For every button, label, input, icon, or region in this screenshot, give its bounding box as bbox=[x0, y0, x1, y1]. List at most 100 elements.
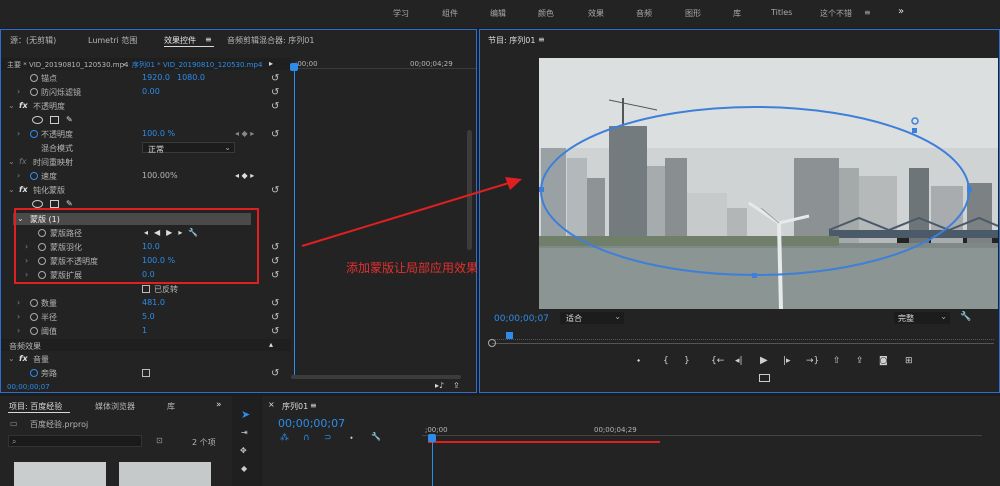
mini-playhead-handle[interactable] bbox=[290, 63, 298, 71]
chevron-right-icon[interactable]: › bbox=[17, 171, 20, 180]
search-input[interactable]: ⌕ bbox=[8, 435, 142, 447]
horizontal-scrollbar[interactable] bbox=[291, 375, 461, 379]
timeline-playhead-handle[interactable] bbox=[428, 434, 436, 442]
stopwatch-icon[interactable] bbox=[30, 313, 38, 321]
quality-select[interactable]: 完整 ⌄ bbox=[894, 312, 950, 324]
sequence-clip-label[interactable]: 序列01 * VID_20190810_120530.mp4 bbox=[132, 60, 262, 70]
chevron-down-icon[interactable]: ⌄ bbox=[8, 157, 15, 166]
play-audio-icon[interactable]: ▸♪ bbox=[435, 381, 444, 390]
pen-mask-icon[interactable]: ✎ bbox=[66, 115, 73, 124]
workspace-overflow-icon[interactable]: » bbox=[898, 6, 904, 17]
workspace-libraries[interactable]: 库 bbox=[733, 8, 741, 19]
rectangle-mask-icon[interactable] bbox=[50, 200, 59, 208]
add-marker-icon[interactable]: ⬩ bbox=[350, 433, 353, 443]
ellipse-mask-icon[interactable] bbox=[32, 116, 43, 124]
ripple-edit-tool-icon[interactable]: ✥ bbox=[240, 446, 247, 455]
tab-lumetri-scopes[interactable]: Lumetri 范围 bbox=[88, 35, 137, 46]
timeline-playhead[interactable] bbox=[432, 436, 433, 486]
reset-icon[interactable]: ↺ bbox=[271, 101, 279, 112]
razor-tool-icon[interactable]: ◆ bbox=[241, 464, 247, 473]
track-select-tool-icon[interactable]: ⇥ bbox=[241, 428, 248, 437]
reset-icon[interactable]: ↺ bbox=[271, 87, 279, 98]
tab-audio-mixer[interactable]: 音频剪辑混合器: 序列01 bbox=[227, 35, 314, 46]
ellipse-mask-icon[interactable] bbox=[32, 200, 43, 208]
stopwatch-icon[interactable] bbox=[30, 172, 38, 180]
lift-icon[interactable]: ⇧ bbox=[833, 356, 841, 366]
inverted-checkbox[interactable] bbox=[142, 285, 150, 293]
reset-icon[interactable]: ↺ bbox=[271, 256, 279, 267]
tab-menu-icon[interactable]: ≡ bbox=[205, 35, 212, 44]
chevron-right-icon[interactable]: › bbox=[17, 298, 20, 307]
reset-icon[interactable]: ↺ bbox=[271, 312, 279, 323]
export-icon[interactable]: ⇪ bbox=[453, 381, 460, 390]
scrub-start-icon[interactable] bbox=[488, 339, 496, 347]
mini-playhead[interactable] bbox=[294, 70, 295, 378]
workspace-titles[interactable]: Titles bbox=[771, 8, 792, 17]
chevron-right-icon[interactable]: › bbox=[17, 326, 20, 335]
speed-value[interactable]: 100.00% bbox=[142, 171, 178, 180]
step-forward-icon[interactable]: |▸ bbox=[783, 356, 791, 366]
reset-icon[interactable]: ↺ bbox=[271, 298, 279, 309]
extract-icon[interactable]: ⇪ bbox=[856, 356, 864, 366]
timeline-ruler[interactable] bbox=[422, 435, 982, 436]
radius-value[interactable]: 5.0 bbox=[142, 312, 155, 321]
stopwatch-icon[interactable] bbox=[30, 369, 38, 377]
amount-value[interactable]: 481.0 bbox=[142, 298, 165, 307]
tab-media-browser[interactable]: 媒体浏览器 bbox=[95, 401, 135, 412]
comparison-view-icon[interactable] bbox=[759, 374, 770, 382]
rectangle-mask-icon[interactable] bbox=[50, 116, 59, 124]
go-to-in-icon[interactable]: {← bbox=[711, 356, 724, 366]
add-marker-icon[interactable]: ⬩ bbox=[637, 356, 640, 366]
tab-sequence[interactable]: 序列01 bbox=[282, 401, 308, 412]
mark-out-icon[interactable]: } bbox=[684, 356, 690, 366]
workspace-graphics[interactable]: 图形 bbox=[685, 8, 701, 19]
workspace-color[interactable]: 颜色 bbox=[538, 8, 554, 19]
camera-icon[interactable]: ◙ bbox=[879, 356, 888, 366]
anchor-x-value[interactable]: 1920.0 bbox=[142, 73, 170, 82]
video-frame[interactable] bbox=[539, 58, 998, 309]
chevron-right-icon[interactable]: › bbox=[17, 312, 20, 321]
reset-icon[interactable]: ↺ bbox=[271, 185, 279, 196]
wrench-icon[interactable]: 🔧 bbox=[960, 312, 971, 322]
reset-icon[interactable]: ↺ bbox=[271, 129, 279, 140]
project-overflow-icon[interactable]: » bbox=[216, 400, 222, 410]
stopwatch-icon[interactable] bbox=[30, 327, 38, 335]
timeline-timecode[interactable]: 00;00;00;07 bbox=[278, 417, 345, 430]
reset-icon[interactable]: ↺ bbox=[271, 73, 279, 84]
keyframe-nav-icon[interactable]: ◂ ◆ ▸ bbox=[235, 171, 254, 180]
workspace-assembly[interactable]: 组件 bbox=[442, 8, 458, 19]
linked-selection-icon[interactable]: ⊃ bbox=[324, 433, 332, 443]
workspace-menu-icon[interactable]: ≡ bbox=[864, 8, 871, 17]
chevron-down-icon[interactable]: ⌄ bbox=[121, 59, 127, 67]
new-bin-icon[interactable]: ⊡ bbox=[156, 436, 163, 445]
monitor-menu-icon[interactable]: ≡ bbox=[538, 35, 545, 44]
workspace-editing[interactable]: 编辑 bbox=[490, 8, 506, 19]
keyframe-nav-icon[interactable]: ◂ ◆ ▸ bbox=[235, 129, 254, 138]
selection-tool-icon[interactable]: ➤ bbox=[241, 408, 250, 421]
monitor-title[interactable]: 节目: 序列01 bbox=[488, 35, 535, 46]
tab-project[interactable]: 项目: 百度经验 bbox=[9, 401, 62, 412]
threshold-value[interactable]: 1 bbox=[142, 326, 147, 335]
pen-mask-icon[interactable]: ✎ bbox=[66, 199, 73, 208]
workspace-audio[interactable]: 音频 bbox=[636, 8, 652, 19]
button-editor-icon[interactable]: ⊞ bbox=[905, 356, 913, 366]
close-icon[interactable]: × bbox=[268, 400, 275, 409]
play-icon[interactable]: ▶ bbox=[760, 355, 768, 366]
tab-source[interactable]: 源：(无剪辑) bbox=[10, 35, 56, 46]
panel-timecode[interactable]: 00;00;00;07 bbox=[7, 383, 50, 391]
snap-icon[interactable]: ∩ bbox=[303, 433, 310, 443]
stopwatch-icon[interactable] bbox=[30, 299, 38, 307]
timeline-menu-icon[interactable]: ≡ bbox=[310, 401, 317, 410]
reset-icon[interactable]: ↺ bbox=[271, 368, 279, 379]
go-to-out-icon[interactable]: →} bbox=[806, 356, 819, 366]
scrub-bar[interactable] bbox=[492, 343, 994, 344]
chevron-right-icon[interactable]: › bbox=[17, 87, 20, 96]
sequence-thumbnail[interactable] bbox=[119, 462, 211, 486]
clip-play-icon[interactable]: ▸ bbox=[269, 59, 273, 68]
reset-icon[interactable]: ↺ bbox=[271, 242, 279, 253]
workspace-learn[interactable]: 学习 bbox=[393, 8, 409, 19]
master-clip-label[interactable]: 主要 * VID_20190810_120530.mp4 bbox=[7, 60, 129, 70]
wrench-icon[interactable]: 🔧 bbox=[371, 432, 381, 441]
tab-libraries[interactable]: 库 bbox=[167, 401, 175, 412]
nest-icon[interactable]: ⁂ bbox=[280, 433, 289, 443]
